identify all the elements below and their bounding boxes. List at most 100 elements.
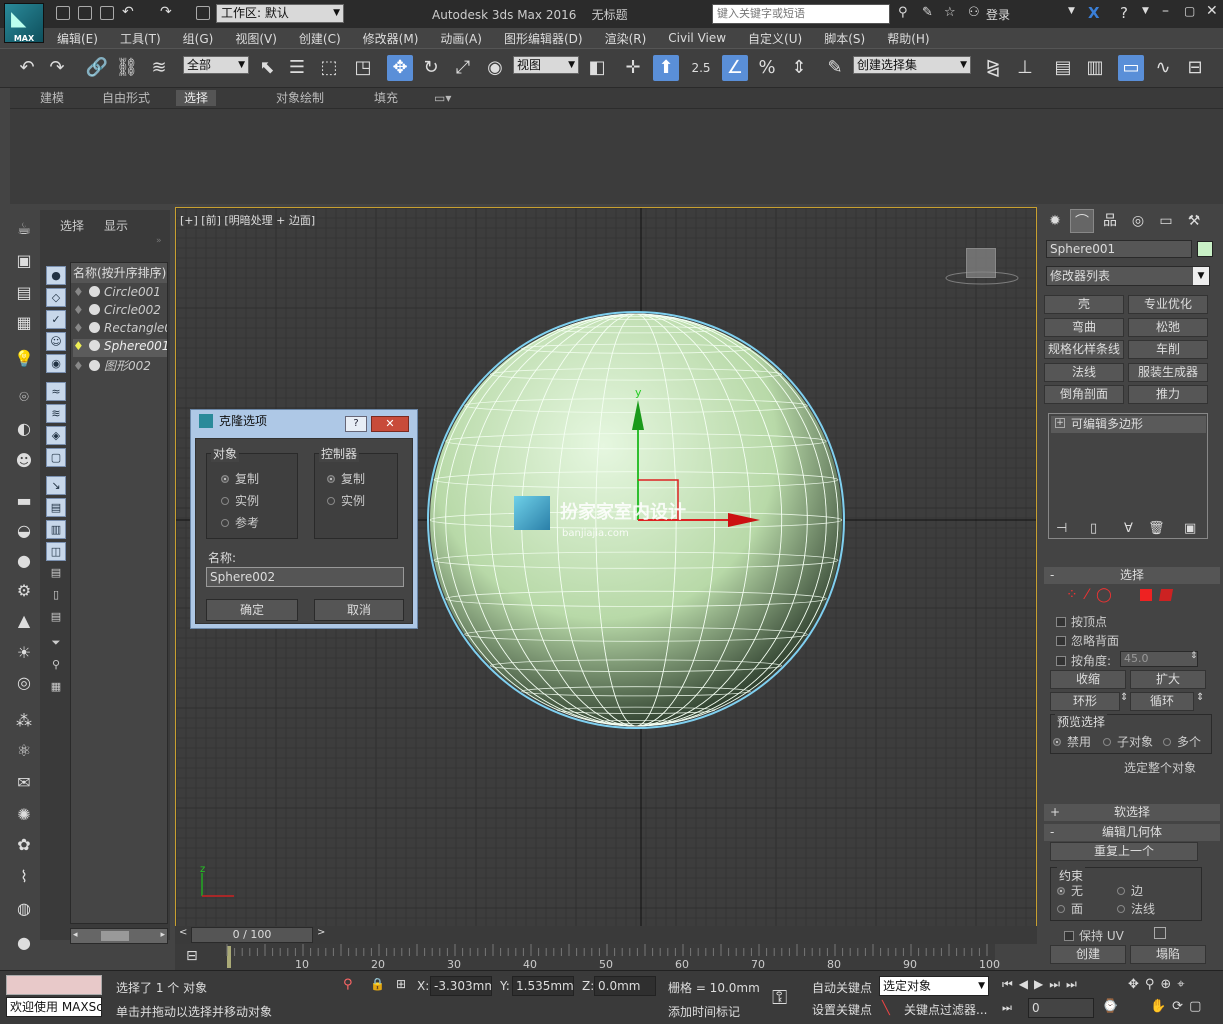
subobject-polygon-icon[interactable] — [1140, 589, 1152, 601]
menu-item-1[interactable]: 工具(T) — [120, 30, 161, 47]
select-and-scale-icon[interactable]: ⤢ — [450, 55, 476, 81]
viewcube-icon[interactable] — [966, 248, 996, 278]
toggle-ribbon-icon[interactable]: ▭ — [1118, 55, 1144, 81]
chevron-right-icon[interactable]: » — [156, 236, 162, 246]
molecule-icon[interactable]: ⚛ — [12, 740, 36, 762]
scroll-thumb[interactable] — [101, 931, 129, 941]
by-angle-checkbox[interactable]: 按角度: — [1056, 652, 1111, 669]
spinner-arrows-icon[interactable]: ⇕ — [1190, 651, 1198, 661]
modify-tab-icon[interactable]: ⌒ — [1070, 209, 1094, 233]
menu-item-8[interactable]: 渲染(R) — [605, 30, 647, 47]
rectangular-selection-icon[interactable]: ⬚ — [316, 55, 342, 81]
z-coordinate-field[interactable]: 0.0mm — [594, 976, 656, 996]
menu-item-6[interactable]: 动画(A) — [440, 30, 482, 47]
funnel-filter-icon[interactable]: ⏷ — [46, 634, 66, 653]
menu-item-11[interactable]: 脚本(S) — [824, 30, 865, 47]
options-icon[interactable]: ▦ — [46, 678, 66, 697]
help-icon[interactable]: ? — [1120, 4, 1128, 22]
auto-key-button[interactable]: 自动关键点 — [812, 979, 872, 996]
menu-item-0[interactable]: 编辑(E) — [57, 30, 98, 47]
new-file-icon[interactable] — [56, 6, 70, 20]
constraint-radio-2[interactable]: 面 — [1057, 900, 1083, 917]
hierarchy-filter-icon[interactable]: ◫ — [46, 542, 66, 561]
menu-item-2[interactable]: 组(G) — [183, 30, 214, 47]
playback-controls-icons[interactable]: ⏮◀▶⏭⏭ — [1002, 977, 1083, 992]
object-radio-0[interactable]: 复制 — [221, 470, 259, 487]
mini-curve-editor-icon[interactable]: ⊟ — [186, 948, 198, 964]
menu-item-7[interactable]: 图形编辑器(D) — [504, 30, 583, 47]
create-button[interactable]: 创建 — [1050, 945, 1126, 964]
preserve-uv-settings-icon[interactable] — [1154, 927, 1166, 939]
scene-list-item[interactable]: ♦ 图形002 — [73, 357, 167, 375]
camera-icon[interactable]: ⌾ — [12, 386, 36, 408]
repeat-last-button[interactable]: 重复上一个 — [1050, 842, 1198, 861]
undo-icon[interactable]: ↶ — [122, 4, 134, 20]
absolute-mode-icon[interactable]: ⊞ — [396, 977, 406, 991]
document-icon[interactable]: ▤ — [46, 564, 66, 583]
utilities-tab-icon[interactable]: ⚒ — [1182, 209, 1206, 233]
list-icon[interactable]: ▤ — [46, 608, 66, 627]
object-radio-1[interactable]: 实例 — [221, 492, 259, 509]
viewport-navigation-icons[interactable]: ✥⚲⊕⌖ — [1128, 977, 1191, 992]
spinner-snap-icon[interactable]: ⇕ — [786, 55, 812, 81]
close-icon[interactable]: ✕ — [1206, 3, 1218, 19]
undo-icon[interactable]: ↶ — [14, 55, 40, 81]
login-link[interactable]: 登录 — [986, 6, 1010, 23]
sphere-filter-icon[interactable]: ● — [46, 266, 66, 285]
key-target-dropdown[interactable]: 选定对象 ▼ — [879, 976, 989, 996]
exchange-x-icon[interactable]: X — [1088, 4, 1100, 22]
menu-item-10[interactable]: 自定义(U) — [748, 30, 802, 47]
app-menu-button[interactable]: ◣ MAX — [4, 3, 44, 43]
menu-item-5[interactable]: 修改器(M) — [363, 30, 419, 47]
preserve-uv-checkbox[interactable]: 保持 UV — [1064, 927, 1124, 944]
object-radio-2[interactable]: 参考 — [221, 514, 259, 531]
chevron-down-icon[interactable]: ▼ — [1068, 6, 1075, 16]
angle-snap-icon[interactable]: ∠ — [722, 55, 748, 81]
group-filter-icon[interactable]: ≋ — [46, 404, 66, 423]
light-bulb-icon[interactable]: 💡 — [12, 348, 36, 370]
envelope-icon[interactable]: ✉ — [12, 772, 36, 794]
by-vertex-checkbox[interactable]: 按顶点 — [1056, 613, 1107, 630]
maxscript-listener[interactable] — [6, 975, 102, 995]
favorites-star-icon[interactable]: ☆ — [944, 5, 956, 20]
ribbon-options-icon[interactable]: ▭▾ — [426, 90, 459, 106]
menu-item-3[interactable]: 视图(V) — [235, 30, 277, 47]
soft-selection-rollout-header[interactable]: + 软选择 — [1044, 804, 1220, 821]
close-icon[interactable]: ✕ — [371, 416, 409, 432]
table-icon[interactable]: ▦ — [12, 312, 36, 334]
ok-button[interactable]: 确定 — [206, 599, 298, 621]
motion-tab-icon[interactable]: ◎ — [1126, 209, 1150, 233]
select-object-icon[interactable]: ⬉ — [254, 55, 280, 81]
sun-light-icon[interactable]: ☀ — [12, 642, 36, 664]
grow-button[interactable]: 扩大 — [1130, 670, 1206, 689]
constraint-radio-0[interactable]: 无 — [1057, 882, 1083, 899]
modifier-button-3[interactable]: 松弛 — [1128, 317, 1208, 337]
unlink-selection-icon[interactable]: ⛓ — [114, 55, 140, 81]
subobject-vertex-edge-border-icons[interactable]: ⁘⁄◯ — [1066, 587, 1120, 603]
y-coordinate-field[interactable]: 1.535mm — [512, 976, 574, 996]
hemisphere-icon[interactable]: ◒ — [12, 520, 36, 542]
texture-icon[interactable]: ◍ — [12, 898, 36, 920]
find-icon[interactable]: ⚲ — [46, 656, 66, 675]
grass-icon[interactable]: ✿ — [12, 834, 36, 856]
object-name-field[interactable]: Sphere001 — [1046, 240, 1192, 258]
selection-rollout-header[interactable]: - 选择 — [1044, 567, 1220, 584]
redo-icon[interactable]: ↷ — [44, 55, 70, 81]
configure-modifier-sets-icon[interactable]: ▣ — [1184, 521, 1196, 536]
pan-orbit-icons[interactable]: ✋⟳▢ — [1150, 999, 1207, 1014]
minimize-icon[interactable]: – — [1162, 3, 1169, 19]
preview-radio-2[interactable]: 多个 — [1163, 733, 1201, 750]
modifier-list-dropdown[interactable]: 修改器列表 ▼ — [1046, 266, 1210, 286]
search-input[interactable]: 键入关键字或短语 — [712, 4, 890, 24]
select-and-rotate-icon[interactable]: ↻ — [418, 55, 444, 81]
ribbon-tab-0[interactable]: 建模 — [32, 90, 72, 106]
select-and-link-icon[interactable]: 🔗 — [84, 55, 110, 81]
modifier-button-9[interactable]: 推力 — [1128, 385, 1208, 404]
scene-explorer-icon[interactable]: ▥ — [1082, 55, 1108, 81]
modifier-button-0[interactable]: 壳 — [1044, 295, 1124, 314]
modifier-button-2[interactable]: 弯曲 — [1044, 317, 1124, 337]
edit-named-selection-icon[interactable]: ✎ — [822, 55, 848, 81]
add-time-tag[interactable]: 添加时间标记 — [668, 1003, 740, 1020]
modifier-button-7[interactable]: 服装生成器 — [1128, 362, 1208, 382]
hair-fur-icon[interactable]: ⌇ — [12, 866, 36, 888]
